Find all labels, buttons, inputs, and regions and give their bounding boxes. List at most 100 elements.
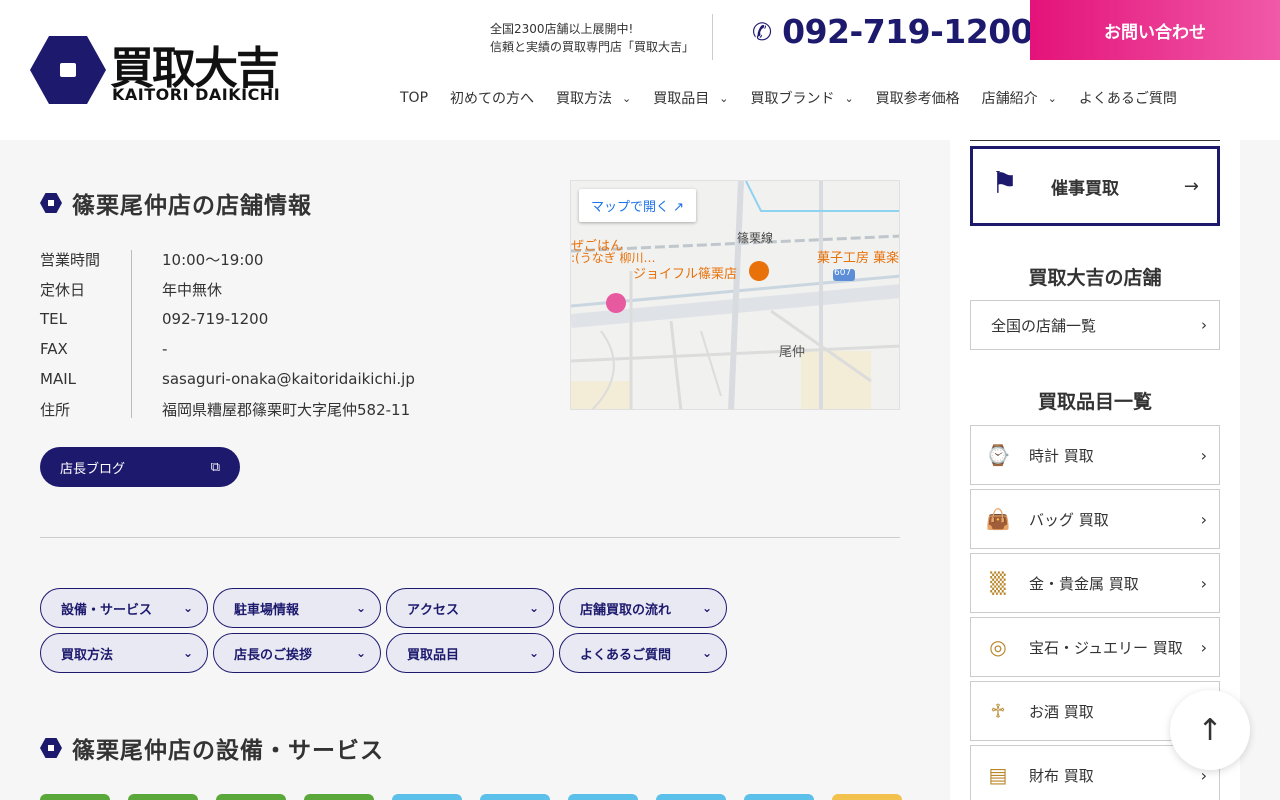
store-info-value[interactable]: 092-719-1200 — [132, 310, 268, 328]
store-info-value: 福岡県糟屋郡篠栗町大字尾仲582-11 — [162, 400, 411, 419]
header-tagline: 全国2300店舗以上展開中! 信頼と実績の買取専門店「買取大吉」 — [490, 20, 694, 56]
section-divider — [40, 537, 900, 538]
nav-item-label: 買取参考価格 — [875, 91, 960, 107]
buyback-item-label: 金・貴金属 買取 — [1029, 574, 1139, 593]
nav-item-label: よくあるご質問 — [1078, 91, 1177, 107]
chevron-down-icon: ⌄ — [528, 646, 539, 660]
store-info-row: MAIL sasaguri-onaka@kaitoridaikichi.jp — [40, 364, 415, 394]
facility-tile — [480, 794, 550, 800]
facility-tile — [216, 794, 286, 800]
section-pill[interactable]: アクセス ⌄ — [386, 588, 554, 628]
facility-tile — [40, 794, 110, 800]
facilities-heading: 篠栗尾仲店の設備・サービス — [40, 731, 384, 765]
buyback-item-link[interactable]: ▒ 金・貴金属 買取 › — [970, 553, 1220, 613]
event-buyback-button[interactable]: ⚑ 催事買取 → — [970, 146, 1220, 226]
nav-item[interactable]: 店舗紹介 ⌄ — [982, 88, 1057, 108]
section-nav-pills: 設備・サービス ⌄ 駐車場情報 ⌄ アクセス ⌄ 店舗買取の流れ ⌄ 買取方法 ⌄ 店長のご挨拶 ⌄ 買… — [40, 588, 902, 678]
buyback-item-label: 財布 買取 — [1029, 766, 1094, 785]
banner-stand-icon: ⚑ — [991, 166, 1018, 201]
store-info-heading: 篠栗尾仲店の店舗情報 — [40, 186, 312, 220]
chevron-down-icon: ⌄ — [719, 91, 729, 105]
open-map-link[interactable]: マップで開く ↗ — [579, 189, 697, 222]
chevron-down-icon: ⌄ — [182, 601, 193, 615]
main-content: 篠栗尾仲店の店舗情報 営業時間 10:00〜19:00 定休日 年中無休 TEL 092-… — [0, 140, 950, 800]
nav-item[interactable]: 買取方法 ⌄ — [556, 88, 631, 108]
nav-item[interactable]: よくあるご質問 — [1079, 88, 1177, 108]
facility-tile — [656, 794, 726, 800]
header-divider — [712, 14, 713, 60]
tagline-line-2: 信頼と実績の買取専門店「買取大吉」 — [490, 40, 695, 54]
contact-button[interactable]: お問い合わせ — [1030, 0, 1280, 60]
logo-hexagon-icon — [30, 36, 106, 104]
arrow-right-icon: → — [1183, 175, 1199, 197]
buyback-item-link[interactable]: ⌚ 時計 買取 › — [970, 425, 1220, 485]
section-pill[interactable]: 買取方法 ⌄ — [40, 633, 208, 673]
buyback-item-link[interactable]: ◎ 宝石・ジュエリー 買取 › — [970, 617, 1220, 677]
store-info-row: FAX - — [40, 334, 415, 364]
info-separator — [131, 250, 132, 418]
facility-tile — [744, 794, 814, 800]
nav-item[interactable]: 買取参考価格 — [876, 88, 960, 108]
wallet-icon: ▤ — [988, 763, 1008, 787]
chevron-down-icon: ⌄ — [1047, 91, 1057, 105]
chevron-down-icon: ⌄ — [701, 601, 712, 615]
section-pill[interactable]: よくあるご質問 ⌄ — [559, 633, 727, 673]
buyback-item-label: 時計 買取 — [1029, 446, 1094, 465]
nav-item-label: TOP — [400, 90, 429, 106]
facility-tile — [832, 794, 902, 800]
facility-tile — [568, 794, 638, 800]
store-info-title: 篠栗尾仲店の店舗情報 — [72, 193, 312, 219]
back-to-top-button[interactable]: ↑ — [1170, 690, 1250, 770]
section-pill[interactable]: 駐車場情報 ⌄ — [213, 588, 381, 628]
sidebar-top-rule — [970, 140, 1220, 141]
chevron-right-icon: › — [1200, 573, 1207, 593]
buyback-item-label: 宝石・ジュエリー 買取 — [1029, 638, 1183, 657]
arrow-up-icon: ↑ — [1197, 712, 1223, 748]
logo-text-en: KAITORI DAIKICHI — [112, 85, 281, 104]
store-info-value: 年中無休 — [162, 280, 223, 299]
store-info-row: 営業時間 10:00〜19:00 — [40, 244, 415, 274]
map-label-eel2: :(うなぎ 柳川… — [571, 251, 656, 265]
event-buyback-label: 催事買取 — [1051, 178, 1119, 199]
section-pill-label: 買取品目 — [407, 647, 460, 663]
jewelry-icon: ◎ — [989, 635, 1007, 659]
section-pill[interactable]: 買取品目 ⌄ — [386, 633, 554, 673]
store-info-label: 住所 — [40, 400, 71, 419]
stores-heading: 買取大吉の店舗 — [1028, 267, 1162, 289]
all-stores-link[interactable]: 全国の店舗一覧 › — [970, 300, 1220, 350]
facility-tile — [128, 794, 198, 800]
nav-item[interactable]: 買取品目 ⌄ — [653, 88, 728, 108]
store-info-label: FAX — [40, 340, 68, 358]
section-pill[interactable]: 店長のご挨拶 ⌄ — [213, 633, 381, 673]
store-info-value[interactable]: sasaguri-onaka@kaitoridaikichi.jp — [132, 370, 415, 388]
items-heading: 買取品目一覧 — [1037, 391, 1152, 413]
store-info-label: TEL — [40, 310, 67, 328]
site-header: 買取大吉 KAITORI DAIKICHI 全国2300店舗以上展開中! 信頼と… — [0, 0, 1280, 140]
nav-item-label: 買取方法 — [556, 91, 613, 107]
manager-blog-button[interactable]: 店長ブログ ⧉ — [40, 447, 240, 487]
facilities-title: 篠栗尾仲店の設備・サービス — [72, 738, 384, 764]
map-label-route: 607 — [834, 268, 852, 278]
all-stores-label: 全国の店舗一覧 — [991, 316, 1097, 335]
header-phone[interactable]: ✆ 092-719-1200 — [752, 12, 1034, 51]
nav-item[interactable]: 初めての方へ — [450, 88, 534, 108]
section-pill[interactable]: 店舗買取の流れ ⌄ — [559, 588, 727, 628]
nav-item[interactable]: 買取ブランド ⌄ — [750, 88, 853, 108]
chevron-right-icon: › — [1200, 445, 1207, 465]
store-info-table: 営業時間 10:00〜19:00 定休日 年中無休 TEL 092-719-1200 FAX… — [40, 244, 415, 424]
store-info-label: 定休日 — [40, 280, 86, 299]
site-logo[interactable]: 買取大吉 KAITORI DAIKICHI — [30, 36, 320, 108]
chevron-down-icon: ⌄ — [622, 91, 632, 105]
map-label-line: 篠栗線 — [737, 231, 774, 245]
chevron-down-icon: ⌄ — [844, 91, 854, 105]
manager-blog-label: 店長ブログ — [60, 461, 126, 477]
main-nav: TOP 初めての方へ 買取方法 ⌄ 買取品目 ⌄ 買取ブランド ⌄ 買取参考価格 店舗紹介 ⌄ よくあ… — [400, 88, 1199, 108]
nav-item-label: 買取品目 — [653, 91, 710, 107]
nav-item-label: 初めての方へ — [450, 91, 535, 107]
nav-item[interactable]: TOP — [400, 90, 428, 106]
section-pill[interactable]: 設備・サービス ⌄ — [40, 588, 208, 628]
buyback-item-link[interactable]: 👜 バッグ 買取 › — [970, 489, 1220, 549]
bag-icon: 👜 — [985, 507, 1011, 531]
phone-icon: ✆ — [752, 17, 773, 46]
store-map[interactable]: マップで開く ↗ 篠栗線 ジョイフル篠栗店 菓子工房 菓楽 ぜごはん :(うなぎ… — [570, 180, 900, 410]
